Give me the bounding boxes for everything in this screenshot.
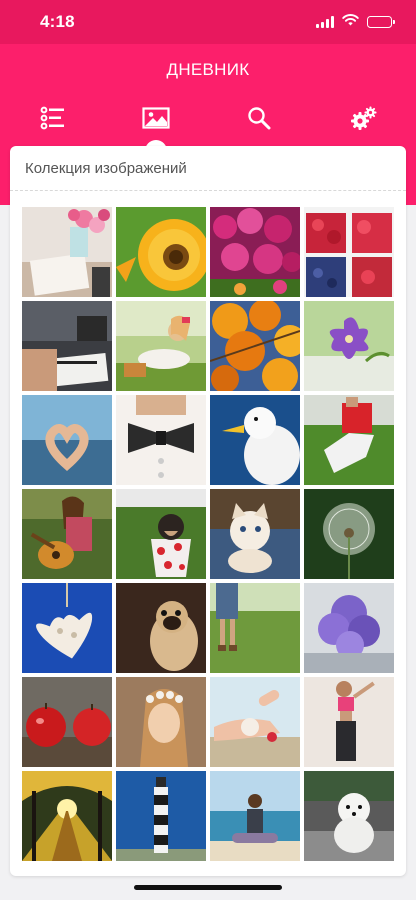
settings-icon xyxy=(351,106,377,135)
photo-puppy-in-cup[interactable] xyxy=(116,489,206,579)
photo-autumn-leaves[interactable] xyxy=(210,301,300,391)
photo-hands-heart[interactable] xyxy=(22,395,112,485)
collection-title: Колекция изображений xyxy=(25,160,187,177)
photo-white-dog[interactable] xyxy=(304,771,394,861)
photo-sunflower[interactable] xyxy=(116,207,206,297)
photo-heart-ornament[interactable] xyxy=(22,583,112,673)
wifi-icon xyxy=(342,13,359,31)
status-time: 4:18 xyxy=(40,12,75,31)
list-icon xyxy=(40,106,66,135)
photo-girl-guitar[interactable] xyxy=(22,489,112,579)
photo-hand-shell[interactable] xyxy=(210,677,300,767)
image-grid xyxy=(22,207,394,861)
photo-bow-tie[interactable] xyxy=(116,395,206,485)
photo-pink-flowers[interactable] xyxy=(210,207,300,297)
home-indicator[interactable] xyxy=(134,885,282,890)
tab-images[interactable] xyxy=(126,100,186,140)
photo-fitness-woman[interactable] xyxy=(304,677,394,767)
image-collection-card: Колекция изображений xyxy=(10,146,406,876)
photo-purple-flower[interactable] xyxy=(304,301,394,391)
photo-lighthouse[interactable] xyxy=(116,771,206,861)
divider xyxy=(10,190,406,191)
tab-bar xyxy=(0,100,416,140)
battery-icon xyxy=(367,16,395,28)
photo-red-apples[interactable] xyxy=(22,677,112,767)
photo-berries[interactable] xyxy=(304,207,394,297)
photo-football-player[interactable] xyxy=(304,395,394,485)
photo-girl-wreath[interactable] xyxy=(116,677,206,767)
photo-autumn-alley[interactable] xyxy=(22,771,112,861)
photo-girl-on-grass[interactable] xyxy=(116,301,206,391)
photo-kitten[interactable] xyxy=(210,489,300,579)
photo-yoga-sea[interactable] xyxy=(210,771,300,861)
photo-pug[interactable] xyxy=(116,583,206,673)
photo-lilac-bouquet[interactable] xyxy=(304,583,394,673)
photo-dandelion[interactable] xyxy=(304,489,394,579)
photo-flowers-diary[interactable] xyxy=(22,207,112,297)
tab-settings[interactable] xyxy=(334,100,394,140)
photo-writing-notebook[interactable] xyxy=(22,301,112,391)
image-icon xyxy=(142,106,170,134)
tab-list[interactable] xyxy=(23,100,83,140)
photo-seagull[interactable] xyxy=(210,395,300,485)
cellular-signal-icon xyxy=(316,16,334,28)
tab-search[interactable] xyxy=(229,100,289,140)
page-title: ДНЕВНИК xyxy=(166,60,250,79)
photo-field-feet[interactable] xyxy=(210,583,300,673)
search-icon xyxy=(247,106,271,135)
status-bar: 4:18 xyxy=(0,0,416,44)
